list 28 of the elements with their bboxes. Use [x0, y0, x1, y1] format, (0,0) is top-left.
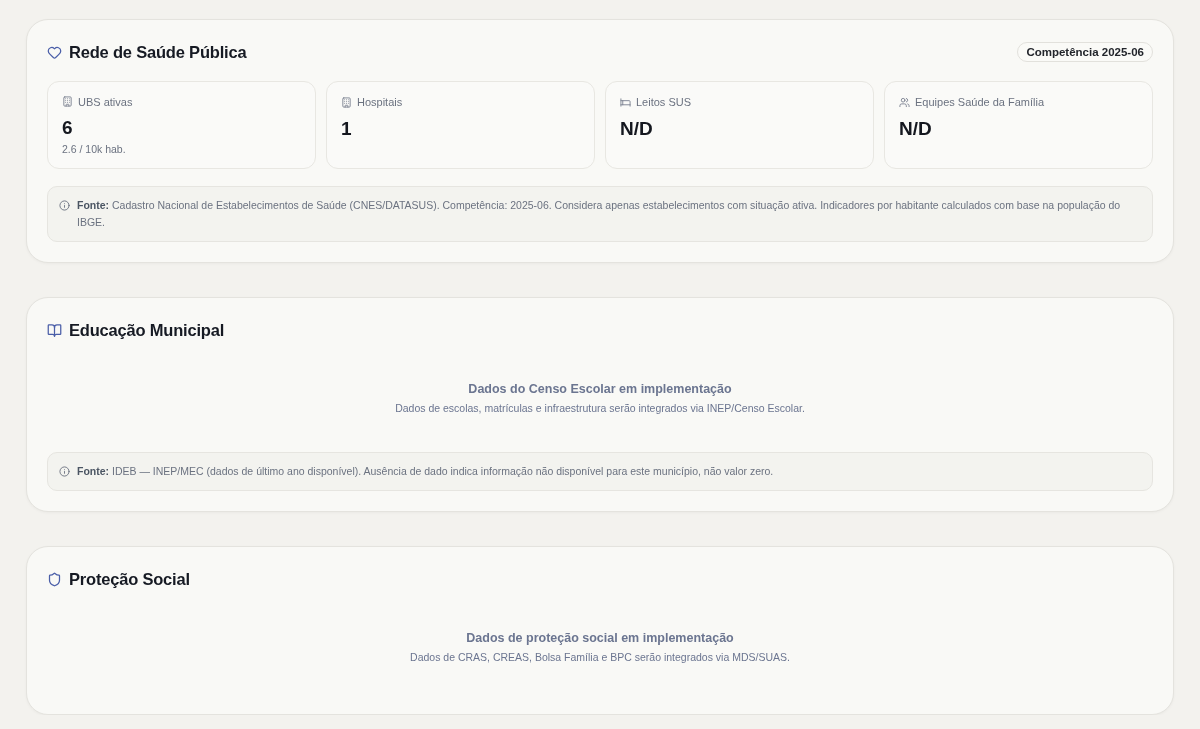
- heart-icon: [47, 44, 62, 60]
- stat-label: Equipes Saúde da Família: [915, 96, 1045, 108]
- users-icon: [899, 96, 910, 108]
- stat-value: 1: [341, 118, 353, 140]
- book-icon: [47, 322, 62, 338]
- empty-state-text: Dados de escolas, matrículas e infraestrutura serão integrados via INEP/Censo Escolar.: [395, 401, 805, 416]
- section-title: Rede de Saúde Pública: [69, 42, 247, 62]
- section-title: Educação Municipal: [69, 320, 225, 340]
- section-title: Proteção Social: [69, 569, 190, 589]
- empty-state-title: Dados do Censo Escolar em implementação: [468, 381, 732, 398]
- empty-state-text: Dados de CRAS, CREAS, Bolsa Família e BPC serão integrados via MDS/SUAS.: [410, 650, 790, 665]
- empty-state-title: Dados de proteção social em implementação: [466, 630, 734, 647]
- shield-icon: [47, 571, 62, 587]
- stat-value: 6: [62, 117, 74, 139]
- stat-label: Leitos SUS: [636, 96, 692, 108]
- info-icon: [59, 466, 70, 477]
- stat-value: N/D: [899, 118, 933, 140]
- stat-label: UBS ativas: [78, 95, 133, 108]
- stat-value: N/D: [620, 118, 654, 140]
- source-text: Fonte: IDEB — INEP/MEC (dados de último ano disponível). Ausência de dado indica informação não disponível para este município, não valor zero.: [77, 464, 774, 479]
- stat-label: Hospitais: [357, 96, 403, 108]
- source-text: Fonte: Cadastro Nacional de Estabelecimentos de Saúde (CNES/DATASUS). Competência: 2025-06. Considera apenas estabelecimentos com situação ativa. Indicadores por habitante calculados com base na população do IBGE.: [77, 198, 1122, 230]
- info-icon: [59, 200, 70, 211]
- building-icon: [62, 96, 73, 107]
- stat-note: 2.6 / 10k hab.: [62, 143, 127, 155]
- bed-icon: [620, 96, 631, 108]
- building-icon: [341, 96, 352, 108]
- period-badge: Competência 2025-06: [1017, 42, 1153, 62]
